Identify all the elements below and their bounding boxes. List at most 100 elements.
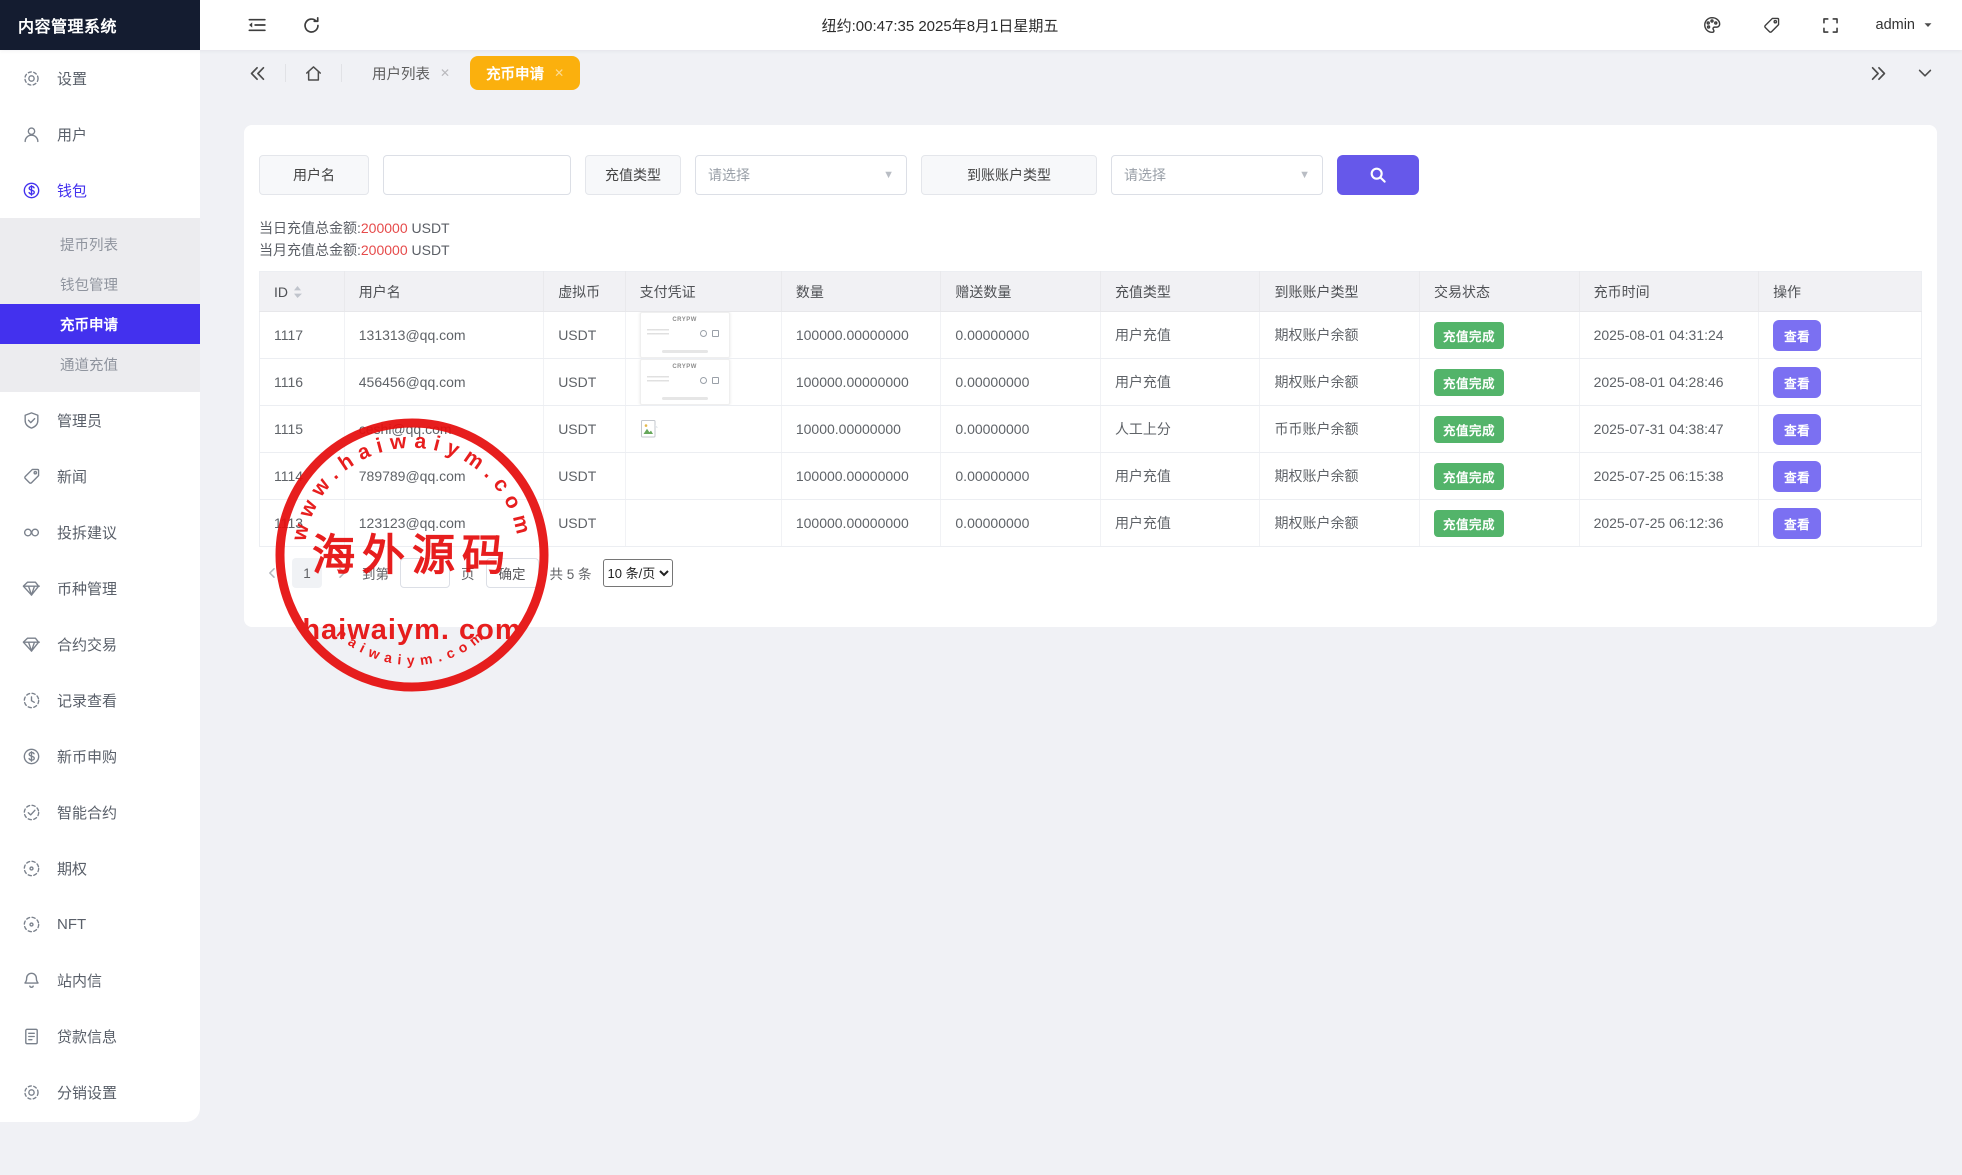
cell-type: 用户充值 — [1100, 359, 1260, 406]
collapse-tabs-left-icon[interactable] — [246, 62, 269, 85]
link-icon — [22, 523, 41, 542]
sidebar-item-9[interactable]: 新币申购 — [0, 728, 200, 784]
submenu-item-2[interactable]: 充币申请 — [0, 304, 200, 344]
cell-bonus: 0.00000000 — [941, 500, 1101, 547]
view-button[interactable]: 查看 — [1773, 320, 1821, 351]
admin-dropdown[interactable]: admin — [1876, 17, 1935, 33]
pagination: 1 到第 页 确定 共 5 条 10 条/页 — [259, 558, 1922, 588]
sidebar-item-0[interactable]: 设置 — [0, 50, 200, 106]
view-button[interactable]: 查看 — [1773, 461, 1821, 492]
cell-status: 充值完成 — [1420, 359, 1580, 406]
sort-icon[interactable] — [293, 285, 302, 299]
column-header-8: 交易状态 — [1420, 272, 1580, 312]
dollar-circle-icon — [22, 181, 41, 200]
cell-coin: USDT — [544, 453, 625, 500]
tab-1[interactable]: 充币申请✕ — [470, 56, 580, 90]
cell-coin: USDT — [544, 406, 625, 453]
cell-action: 查看 — [1759, 359, 1922, 406]
cell-id: 1114 — [260, 453, 345, 500]
search-button[interactable] — [1337, 155, 1419, 195]
sidebar: 设置用户钱包提币列表钱包管理充币申请通道充值管理员新闻投拆建议币种管理合约交易记… — [0, 50, 200, 1122]
account-type-select[interactable]: 请选择 ▼ — [1111, 155, 1323, 195]
recharge-type-filter-label: 充值类型 — [585, 155, 681, 195]
sidebar-item-1[interactable]: 用户 — [0, 106, 200, 162]
sidebar-item-6[interactable]: 币种管理 — [0, 560, 200, 616]
cell-action: 查看 — [1759, 453, 1922, 500]
sidebar-item-13[interactable]: 站内信 — [0, 952, 200, 1008]
sidebar-item-8[interactable]: 记录查看 — [0, 672, 200, 728]
cell-username: 123123@qq.com — [344, 500, 543, 547]
cell-type: 用户充值 — [1100, 453, 1260, 500]
menu-fold-icon[interactable] — [242, 11, 270, 39]
payment-proof-thumbnail[interactable]: CRYPW — [640, 359, 730, 405]
submenu-item-0[interactable]: 提币列表 — [0, 224, 200, 264]
palette-icon[interactable] — [1698, 11, 1726, 39]
username-input[interactable] — [383, 155, 571, 195]
jump-page-input[interactable] — [400, 558, 450, 588]
column-header-9: 充币时间 — [1579, 272, 1758, 312]
next-page-icon[interactable] — [333, 564, 351, 582]
divider — [285, 64, 286, 82]
column-header-10: 操作 — [1759, 272, 1922, 312]
view-button[interactable]: 查看 — [1773, 414, 1821, 445]
table-row-2: 1115ceshi@qq.comUSDT10000.000000000.0000… — [260, 406, 1922, 453]
clock: 纽约:00:47:35 2025年8月1日星期五 — [822, 15, 1059, 36]
cell-coin: USDT — [544, 359, 625, 406]
sidebar-item-2[interactable]: 钱包 — [0, 162, 200, 218]
cell-action: 查看 — [1759, 406, 1922, 453]
cell-status: 充值完成 — [1420, 312, 1580, 359]
status-badge: 充值完成 — [1434, 322, 1504, 349]
table-row-1: 1116456456@qq.comUSDTCRYPW100000.0000000… — [260, 359, 1922, 406]
sidebar-item-label: 币种管理 — [57, 578, 117, 599]
page-number[interactable]: 1 — [292, 558, 322, 588]
tab-options-chevron-icon[interactable] — [1914, 62, 1936, 84]
column-header-1: 用户名 — [344, 272, 543, 312]
refresh-icon[interactable] — [298, 12, 325, 39]
tag-icon[interactable] — [1758, 12, 1785, 39]
cell-bonus: 0.00000000 — [941, 359, 1101, 406]
sidebar-item-7[interactable]: 合约交易 — [0, 616, 200, 672]
sidebar-item-4[interactable]: 新闻 — [0, 448, 200, 504]
close-icon[interactable]: ✕ — [440, 67, 450, 79]
dollar-circle-icon — [22, 747, 41, 766]
view-button[interactable]: 查看 — [1773, 508, 1821, 539]
daily-total: 当日充值总金额:200000 USDT — [259, 217, 1922, 239]
cell-action: 查看 — [1759, 500, 1922, 547]
recharge-type-select[interactable]: 请选择 ▼ — [695, 155, 907, 195]
recharge-table: ID用户名虚拟币支付凭证数量赠送数量充值类型到账账户类型交易状态充币时间操作11… — [259, 271, 1922, 547]
column-header-4: 数量 — [781, 272, 941, 312]
gear-icon — [22, 1083, 41, 1102]
sidebar-item-label: NFT — [57, 916, 86, 933]
tab-0[interactable]: 用户列表✕ — [358, 56, 464, 90]
home-icon[interactable] — [302, 62, 325, 85]
confirm-button[interactable]: 确定 — [486, 558, 539, 588]
sidebar-item-11[interactable]: 期权 — [0, 840, 200, 896]
sidebar-item-label: 投拆建议 — [57, 522, 117, 543]
sidebar-item-5[interactable]: 投拆建议 — [0, 504, 200, 560]
payment-proof-thumbnail[interactable]: CRYPW — [640, 312, 730, 358]
circle-dashed-icon — [22, 915, 41, 934]
cell-account: 期权账户余额 — [1260, 359, 1420, 406]
sidebar-item-12[interactable]: NFT — [0, 896, 200, 952]
sidebar-item-14[interactable]: 贷款信息 — [0, 1008, 200, 1064]
page-size-select[interactable]: 10 条/页 — [603, 559, 673, 587]
monthly-total: 当月充值总金额:200000 USDT — [259, 239, 1922, 261]
prev-page-icon[interactable] — [263, 564, 281, 582]
close-icon[interactable]: ✕ — [554, 67, 564, 79]
collapse-tabs-right-icon[interactable] — [1867, 62, 1890, 85]
document-icon — [22, 1027, 41, 1046]
sidebar-item-label: 设置 — [57, 68, 87, 89]
sidebar-item-15[interactable]: 分销设置 — [0, 1064, 200, 1120]
cell-account: 期权账户余额 — [1260, 500, 1420, 547]
sidebar-item-3[interactable]: 管理员 — [0, 392, 200, 448]
gem-icon — [22, 579, 41, 598]
sidebar-item-10[interactable]: 智能合约 — [0, 784, 200, 840]
fullscreen-icon[interactable] — [1817, 12, 1844, 39]
cell-amount: 10000.00000000 — [781, 406, 941, 453]
view-button[interactable]: 查看 — [1773, 367, 1821, 398]
submenu-item-3[interactable]: 通道充值 — [0, 344, 200, 384]
account-type-value: 请选择 — [1124, 165, 1166, 185]
submenu-item-1[interactable]: 钱包管理 — [0, 264, 200, 304]
sidebar-item-label: 钱包 — [57, 180, 87, 201]
caret-down-icon: ▼ — [883, 169, 894, 181]
